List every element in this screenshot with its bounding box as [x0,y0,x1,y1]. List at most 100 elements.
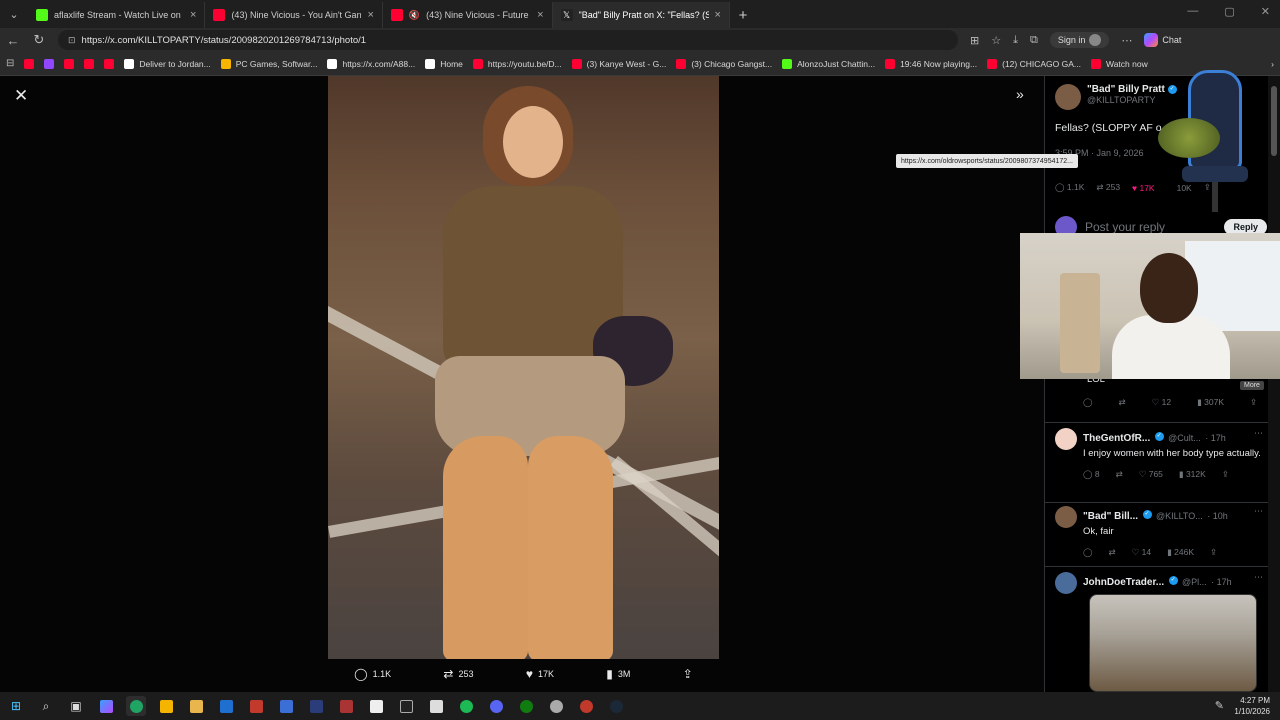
app-icon[interactable] [306,696,326,716]
bookmark-item[interactable]: https://x.com/A88... [327,58,415,69]
bookmark-item[interactable]: Home [425,58,463,69]
tab-2[interactable]: 🔇 (43) Nine Vicious - Future (prod.) × [383,2,553,28]
app-icon[interactable] [246,696,266,716]
comment-author[interactable]: TheGentOfR... [1083,433,1150,444]
app-icon[interactable] [336,696,356,716]
clock[interactable]: 4:27 PM 1/10/2026 [1234,695,1270,717]
close-icon[interactable]: ✕ [14,86,28,106]
repost-icon[interactable]: ⇄ [1119,397,1126,408]
close-tab-icon[interactable]: × [537,9,543,21]
post-photo[interactable] [328,76,719,659]
bookmark-item[interactable] [64,58,75,69]
like-stat[interactable]: ♡ 765 [1139,469,1163,480]
views-stat[interactable]: ▮ 246K [1167,547,1194,558]
close-tab-icon[interactable]: × [190,9,196,21]
mail-icon[interactable] [216,696,236,716]
edge-icon[interactable] [126,696,146,716]
comment-1[interactable]: TheGentOfR... ✓ @Cult... · 17h ⋯ I enjoy… [1055,428,1263,480]
close-tab-icon[interactable]: × [367,9,373,21]
bookmark-item[interactable]: (12) CHICAGO GA... [987,58,1081,69]
app-icon[interactable] [546,696,566,716]
comment-3[interactable]: JohnDoeTrader... ✓ @Pl... · 17h ⋯ [1055,572,1263,594]
more-icon[interactable]: ⋯ [1254,506,1263,517]
avatar[interactable] [1055,428,1077,450]
search-icon[interactable]: ⌕ [36,696,56,716]
more-tooltip[interactable]: More [1240,381,1264,390]
like-stat[interactable]: ♥ 17K [1132,183,1155,193]
minimize-icon[interactable]: — [1187,5,1198,18]
more-menu-icon[interactable]: ⋯ [1121,34,1132,47]
like-stat[interactable]: ♡ 14 [1132,547,1151,558]
downloads-icon[interactable]: ⤓ [1013,34,1018,47]
spotify-icon[interactable] [456,696,476,716]
bookmark-item[interactable]: AlonzoJust Chattin... [782,58,875,69]
repost-stat[interactable]: ⇄ 253 [1096,182,1120,193]
store-icon[interactable] [156,696,176,716]
reply-input[interactable]: Post your reply [1085,220,1216,234]
share-icon[interactable]: ⇪ [1222,469,1229,480]
task-view-icon[interactable]: ▣ [66,696,86,716]
tab-0[interactable]: aflaxlife Stream - Watch Live on Kick × [28,2,206,28]
close-tab-icon[interactable]: × [715,9,721,21]
tab-search-icon[interactable]: ⊟ [6,58,14,69]
xbox-icon[interactable] [516,696,536,716]
app-icon[interactable] [276,696,296,716]
bookmark-item[interactable] [84,58,95,69]
bookmark-item[interactable]: (3) Chicago Gangst... [676,58,772,69]
more-icon[interactable]: ⋯ [1254,428,1263,439]
app-icon[interactable] [366,696,386,716]
steam-icon[interactable] [606,696,626,716]
comment-2[interactable]: "Bad" Bill... ✓ @KILLTO... · 10h ⋯ Ok, f… [1055,506,1263,558]
share-icon[interactable]: ⇪ [1250,397,1257,408]
bookmark-item[interactable]: Watch now [1090,58,1148,69]
reply-stat[interactable]: ◯ 1.1K [1055,182,1084,193]
new-tab-button[interactable]: + [730,2,756,28]
extensions-icon[interactable]: ⊞ [970,34,979,47]
maximize-icon[interactable]: ▢ [1224,5,1234,18]
favorites-icon[interactable]: ☆ [991,34,1001,47]
bookmark-item[interactable] [44,58,55,69]
app-icon[interactable] [576,696,596,716]
comment-author[interactable]: "Bad" Bill... [1083,511,1138,522]
app-icon[interactable] [396,696,416,716]
muted-speaker-icon[interactable]: 🔇 [409,10,420,21]
repost-icon[interactable]: ⇄ [1116,469,1123,480]
repost-button[interactable]: ⇄ 253 [443,667,473,681]
bookmarks-overflow-icon[interactable]: › [1271,59,1274,69]
discord-icon[interactable] [486,696,506,716]
start-icon[interactable]: ⊞ [6,696,26,716]
bookmark-item[interactable]: PC Games, Softwar... [220,58,317,69]
views-stat[interactable]: ▮ 312K [1179,469,1206,480]
bookmark-item[interactable]: https://youtu.be/D... [472,58,562,69]
views-stat[interactable]: ▮ 307K [1197,397,1224,408]
close-window-icon[interactable]: ✕ [1261,5,1270,18]
avatar[interactable] [1055,84,1081,110]
expand-panel-icon[interactable]: » [1016,86,1024,102]
bookmark-item[interactable]: 19:46 Now playing... [885,58,977,69]
tab-1[interactable]: (43) Nine Vicious - You Ain't Gang × [205,2,383,28]
folder-icon[interactable] [186,696,206,716]
url-field[interactable]: ⊡ https://x.com/KILLTOPARTY/status/20098… [58,30,958,50]
back-icon[interactable]: ← [6,33,20,48]
comment-0[interactable]: LOL ◯ ⇄ ♡ 12 ▮ 307K ⇪ [1055,374,1263,408]
more-icon[interactable]: ⋯ [1254,572,1263,583]
site-info-icon[interactable]: ⊡ [68,35,76,46]
views-button[interactable]: ▮ 3M [606,667,630,681]
bookmark-item[interactable] [24,58,35,69]
bookmark-item[interactable]: Deliver to Jordan... [124,58,211,69]
avatar[interactable] [1055,506,1077,528]
bookmark-item[interactable] [104,58,115,69]
scrollbar-thumb[interactable] [1271,86,1277,156]
refresh-icon[interactable]: ↻ [32,32,46,48]
reply-stat[interactable]: ◯ 8 [1083,469,1100,480]
copilot-chat-button[interactable]: Chat [1144,33,1181,47]
copilot-icon[interactable] [96,696,116,716]
like-stat[interactable]: ♡ 12 [1152,397,1171,408]
file-icon[interactable] [426,696,446,716]
reply-button[interactable]: ◯ 1.1K [354,667,391,681]
pen-icon[interactable]: ✎ [1215,699,1224,712]
scrollbar[interactable] [1268,76,1280,692]
bookmark-item[interactable]: (3) Kanye West - G... [571,58,666,69]
collections-icon[interactable]: ⧉ [1030,34,1038,47]
comment-author[interactable]: JohnDoeTrader... [1083,577,1164,588]
